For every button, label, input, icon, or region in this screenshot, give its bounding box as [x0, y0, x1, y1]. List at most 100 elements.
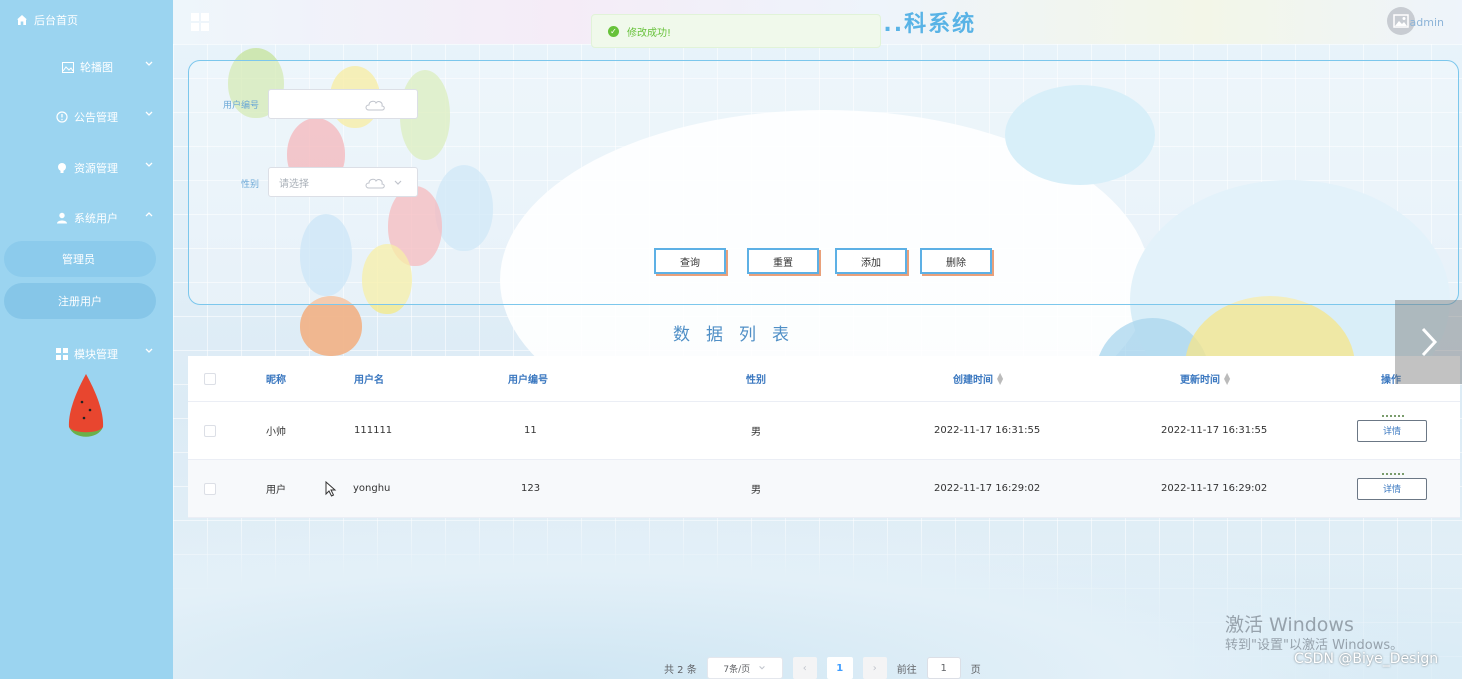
sidebar-item-label: 资源管理 [74, 162, 118, 175]
query-button[interactable]: 查询 [654, 248, 726, 274]
sidebar-item-label: 模块管理 [74, 348, 118, 361]
user-icon [57, 212, 67, 224]
sort-caret-icon[interactable]: ▲ ▼ [1224, 371, 1230, 385]
chevron-down-icon [145, 61, 153, 66]
pagination: 共 2 条 7条/页 ‹ 1 › 前往 1 页 [664, 656, 981, 679]
sidebar-item-label: 公告管理 [74, 111, 118, 124]
windows-activation-title: 激活 Windows [1225, 614, 1354, 636]
image-icon [62, 61, 74, 73]
chevron-down-icon [145, 348, 153, 353]
sort-caret-icon[interactable]: ▲ ▼ [997, 371, 1003, 385]
header-user-no: 用户编号 [508, 375, 548, 386]
cloud-icon [365, 100, 385, 111]
user-no-input[interactable] [268, 89, 418, 119]
row-checkbox[interactable] [204, 424, 216, 437]
info-icon [56, 111, 68, 123]
chevron-down-icon [759, 666, 765, 670]
sidebar-item-modules[interactable]: 模块管理 [0, 342, 173, 366]
cell-user-no: 123 [521, 483, 541, 494]
goto-label: 前往 [896, 664, 917, 676]
mouse-cursor-icon [325, 481, 337, 497]
gender-select[interactable]: 请选择 [268, 167, 418, 197]
home-icon [17, 15, 27, 25]
chevron-right-icon [1421, 327, 1437, 357]
reset-button[interactable]: 重置 [747, 248, 819, 274]
sidebar-subitem-label: 注册用户 [58, 295, 102, 308]
goto-page-input[interactable]: 1 [926, 657, 961, 679]
delete-button[interactable]: 删除 [920, 248, 992, 274]
detail-button[interactable]: 详情 [1357, 414, 1427, 442]
row-checkbox[interactable] [204, 482, 216, 495]
sidebar-subitem-admin[interactable]: 管理员 [4, 241, 156, 277]
picture-icon [1393, 14, 1409, 28]
chevron-down-icon [145, 162, 153, 167]
cell-updated: 2022-11-17 16:29:02 [1161, 483, 1268, 494]
sidebar-item-carousel[interactable]: 轮播图 [0, 55, 173, 79]
gender-label: 性别 [240, 180, 259, 190]
watermelon-decoration-icon [68, 374, 104, 437]
carousel-next-button[interactable] [1395, 300, 1462, 384]
prev-page-button[interactable]: ‹ [792, 657, 817, 679]
data-table: 昵称 用户名 用户编号 性别 创建时间 ▲ ▼ 更新时间 ▲ ▼ 操作 小帅 111… [188, 356, 1460, 518]
cell-created: 2022-11-17 16:29:02 [934, 483, 1041, 494]
chevron-down-icon [394, 180, 402, 185]
cell-updated: 2022-11-17 16:31:55 [1161, 425, 1268, 436]
add-button[interactable]: 添加 [835, 248, 907, 274]
app-root: ...科系统 admin ✓ 修改成功! 后台首页 轮播图 公告管理 资源管理 … [0, 0, 1462, 679]
table-header-row: 昵称 用户名 用户编号 性别 创建时间 ▲ ▼ 更新时间 ▲ ▼ 操作 [188, 356, 1460, 402]
toast-message: 修改成功! [627, 27, 672, 39]
gender-placeholder: 请选择 [279, 178, 309, 190]
sidebar-item-label: 轮播图 [80, 61, 113, 74]
pagination-total: 共 2 条 [664, 664, 697, 676]
header-nickname: 昵称 [266, 375, 286, 386]
sidebar-subitem-registered-users[interactable]: 注册用户 [4, 283, 156, 319]
current-page-number[interactable]: 1 [826, 657, 853, 679]
grid-icon [56, 348, 68, 360]
header-gender: 性别 [746, 375, 766, 386]
detail-button[interactable]: 详情 [1357, 472, 1427, 500]
bulb-icon [58, 163, 66, 173]
header-updated-cell[interactable]: 更新时间 ▲ ▼ [1180, 356, 1230, 401]
check-circle-icon: ✓ [608, 25, 619, 37]
list-title: 数据列表 [673, 325, 805, 345]
sidebar-home-link[interactable]: 后台首页 [16, 12, 78, 28]
sidebar-item-resources[interactable]: 资源管理 [0, 156, 173, 180]
sidebar: 后台首页 轮播图 公告管理 资源管理 系统用户 管理员 注册用户 模块管理 [0, 0, 173, 679]
table-row: 用户 yonghu 123 男 2022-11-17 16:29:02 2022… [188, 460, 1460, 518]
search-panel: 用户编号 性别 请选择 查询 重置 添加 删除 [188, 60, 1459, 305]
sidebar-subitem-label: 管理员 [62, 253, 95, 266]
cell-username: yonghu [353, 483, 391, 494]
sidebar-item-announcements[interactable]: 公告管理 [0, 105, 173, 129]
page-size-select[interactable]: 7条/页 [706, 657, 783, 679]
select-all-cell [204, 356, 216, 401]
row-checkbox-cell [204, 460, 216, 517]
header-created: 创建时间 [953, 375, 993, 386]
page-suffix: 页 [970, 664, 981, 676]
cell-actions: 详情 [1357, 402, 1427, 459]
cloud-icon [365, 178, 385, 189]
success-toast: ✓ 修改成功! [591, 14, 881, 48]
cell-nickname: 用户 [266, 485, 286, 496]
cell-gender: 男 [751, 485, 761, 496]
chevron-down-icon [145, 111, 153, 116]
girl-decoration [300, 296, 362, 356]
table-row: 小帅 111111 11 男 2022-11-17 16:31:55 2022-… [188, 402, 1460, 460]
cell-created: 2022-11-17 16:31:55 [934, 425, 1041, 436]
cell-nickname: 小帅 [266, 427, 286, 438]
username-label[interactable]: admin [1410, 16, 1444, 29]
cell-user-no: 11 [524, 425, 537, 436]
sidebar-item-label: 系统用户 [74, 212, 118, 225]
select-all-checkbox[interactable] [204, 372, 216, 385]
chevron-up-icon [145, 212, 153, 217]
sidebar-item-system-users[interactable]: 系统用户 [0, 206, 173, 230]
header-username: 用户名 [354, 375, 384, 386]
cell-username: 111111 [354, 425, 393, 436]
site-title: ...科系统 [873, 12, 977, 37]
menu-grid-icon[interactable] [191, 13, 209, 31]
home-label: 后台首页 [34, 14, 78, 27]
header-created-cell[interactable]: 创建时间 ▲ ▼ [953, 356, 1003, 401]
next-page-button[interactable]: › [862, 657, 887, 679]
row-checkbox-cell [204, 402, 216, 459]
cell-gender: 男 [751, 427, 761, 438]
header-updated: 更新时间 [1180, 375, 1220, 386]
